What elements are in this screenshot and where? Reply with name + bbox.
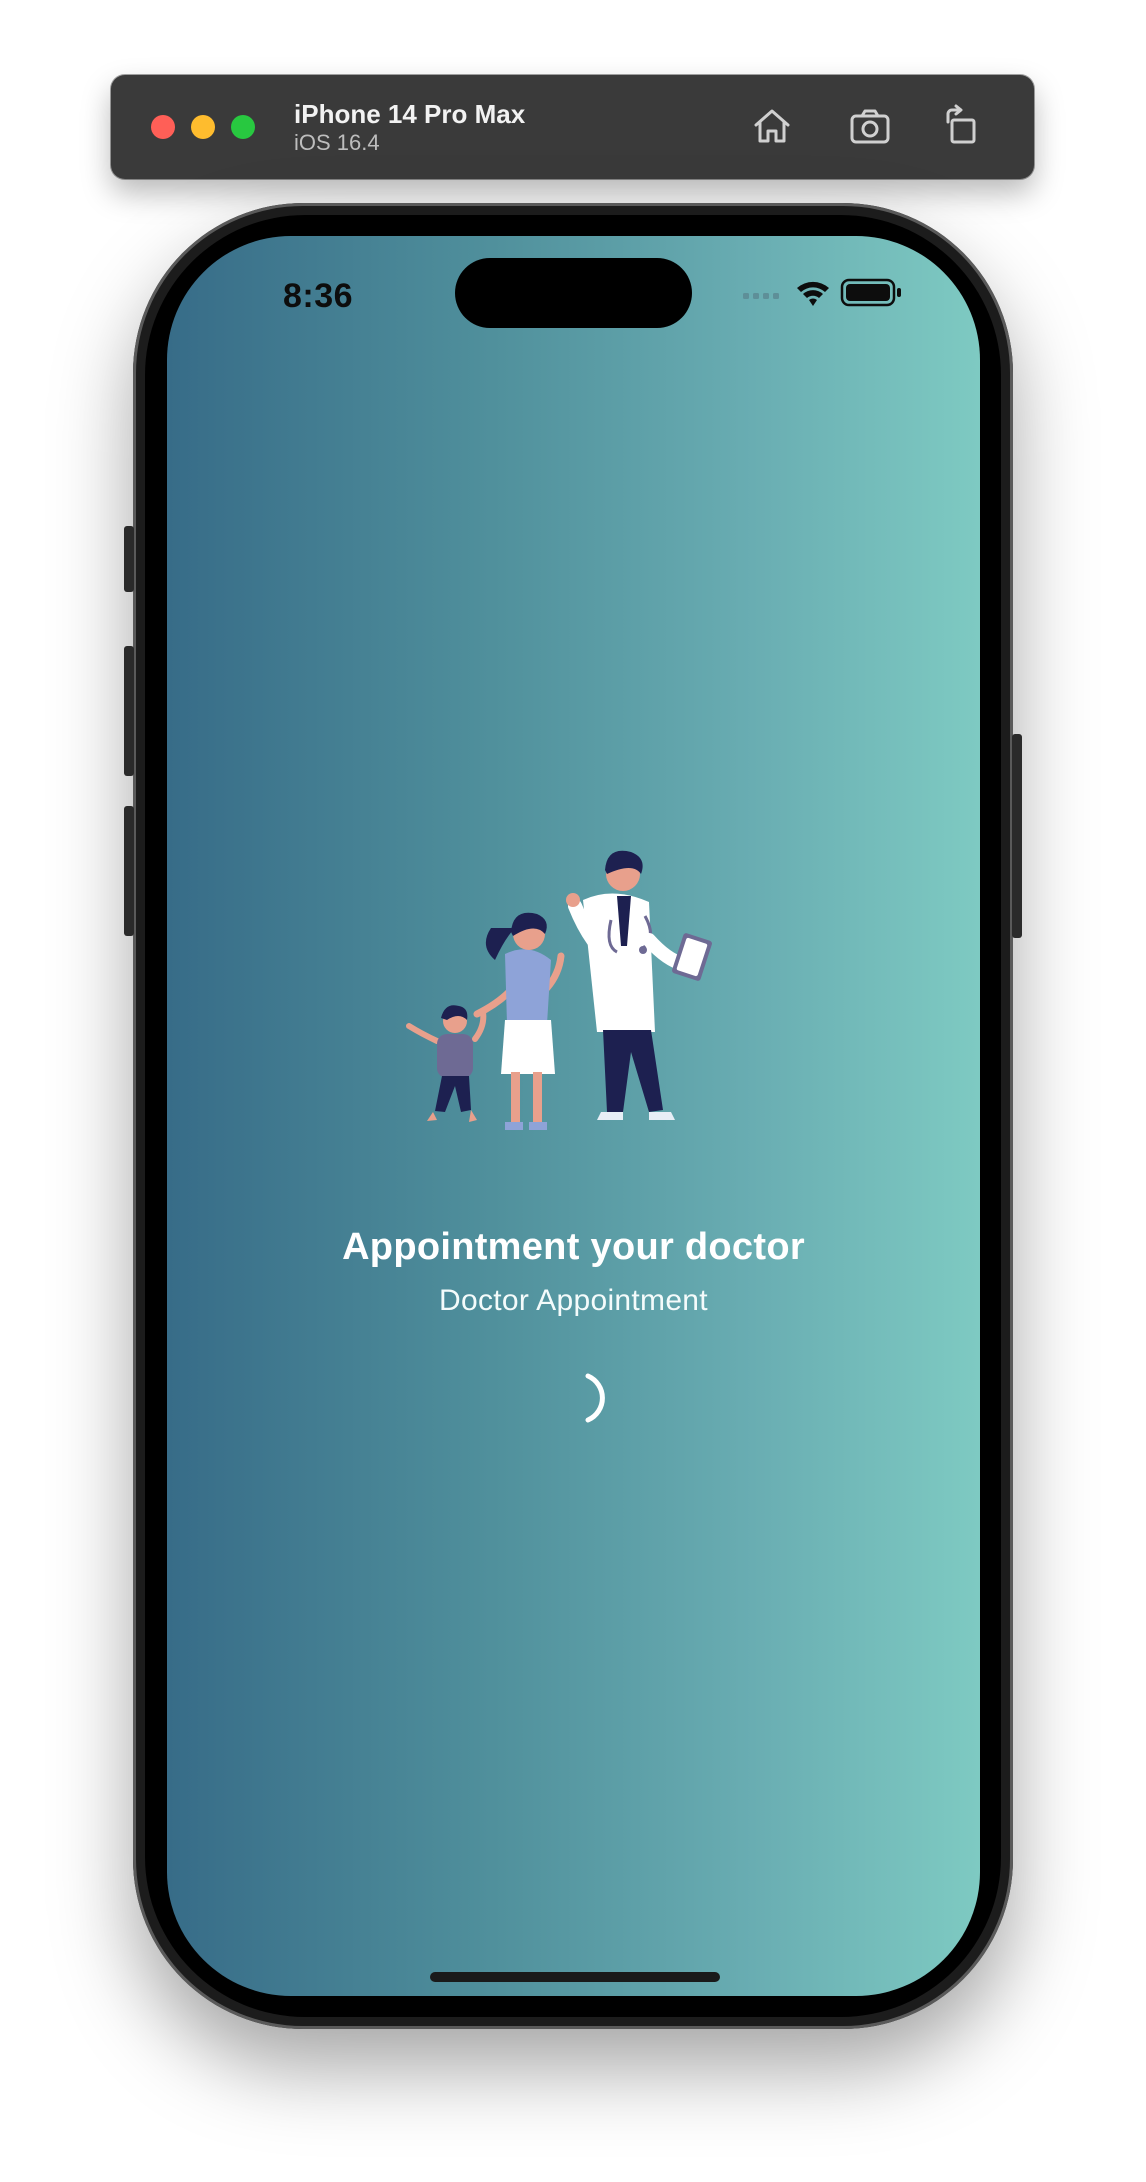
home-icon[interactable] — [750, 104, 794, 148]
dynamic-island — [455, 258, 692, 328]
home-icon-glyph — [754, 109, 790, 143]
power-button — [1012, 734, 1022, 938]
rotate-icon-glyph — [946, 104, 976, 144]
page-title: Appointment your doctor — [342, 1226, 805, 1268]
device-name: iPhone 14 Pro Max — [294, 99, 526, 129]
close-window-button[interactable] — [151, 115, 175, 139]
os-version: iOS 16.4 — [294, 130, 380, 155]
child-figure — [406, 1005, 487, 1122]
minimize-window-button[interactable] — [191, 115, 215, 139]
home-indicator[interactable] — [430, 1972, 720, 1982]
volume-up-button — [124, 646, 134, 776]
mother-figure — [473, 912, 565, 1130]
camera-icon[interactable] — [848, 104, 892, 148]
status-time: 8:36 — [283, 277, 354, 315]
status-icons — [743, 278, 901, 307]
page-subtitle: Doctor Appointment — [439, 1284, 708, 1317]
simulator-window: iPhone 14 Pro Max iOS 16.4 8:36 Appointm… — [0, 0, 1146, 2182]
battery-icon — [840, 278, 901, 307]
zoom-window-button[interactable] — [231, 115, 255, 139]
doctor-figure — [566, 850, 712, 1120]
volume-down-button — [124, 806, 134, 936]
app-screen: 8:36 Appointment your doctor Doctor Appo… — [167, 236, 980, 1996]
camera-icon-glyph — [850, 109, 890, 144]
cellular-signal-icon — [743, 293, 779, 299]
wifi-icon — [797, 281, 829, 306]
rotate-icon[interactable] — [940, 104, 984, 148]
spinner-icon — [585, 1373, 605, 1423]
action-button — [124, 526, 134, 592]
family-with-doctor-illustration — [406, 850, 712, 1130]
